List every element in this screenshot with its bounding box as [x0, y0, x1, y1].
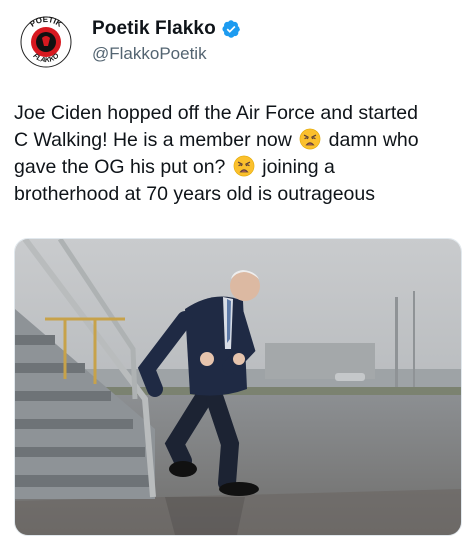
- author-names: Poetik Flakko @FlakkoPoetik: [92, 18, 241, 64]
- tweet-line-2-after: damn who: [328, 129, 419, 151]
- author-avatar[interactable]: POETIK FLAKKO: [20, 15, 72, 68]
- tweet-line-4: brotherhood at 70 years old is outrageou…: [14, 183, 375, 205]
- author-handle[interactable]: @FlakkoPoetik: [92, 44, 241, 64]
- tweet-photo[interactable]: [14, 238, 462, 536]
- tweet-line-2-before: C Walking! He is a member now: [14, 129, 292, 151]
- poetik-flakko-logo: POETIK FLAKKO: [20, 15, 72, 68]
- tweet-header: POETIK FLAKKO Poetik Flakko @FlakkoPoeti…: [12, 8, 462, 72]
- tweet-line-1: Joe Ciden hopped off the Air Force and s…: [14, 102, 418, 124]
- tweet-line-3-after: joining a: [262, 156, 335, 178]
- weary-face-emoji-icon: [233, 155, 255, 177]
- tweet-line-2: C Walking! He is a member now damn who: [14, 127, 466, 154]
- author-display-name[interactable]: Poetik Flakko: [92, 18, 216, 40]
- tweet-text: Joe Ciden hopped off the Air Force and s…: [14, 100, 466, 208]
- verified-badge-icon: [221, 19, 241, 39]
- photo-icon: [15, 239, 461, 535]
- tweet-line-3-before: gave the OG his put on?: [14, 156, 226, 178]
- weary-face-emoji-icon: [299, 128, 321, 150]
- tweet-line-3: gave the OG his put on? joining a: [14, 154, 466, 181]
